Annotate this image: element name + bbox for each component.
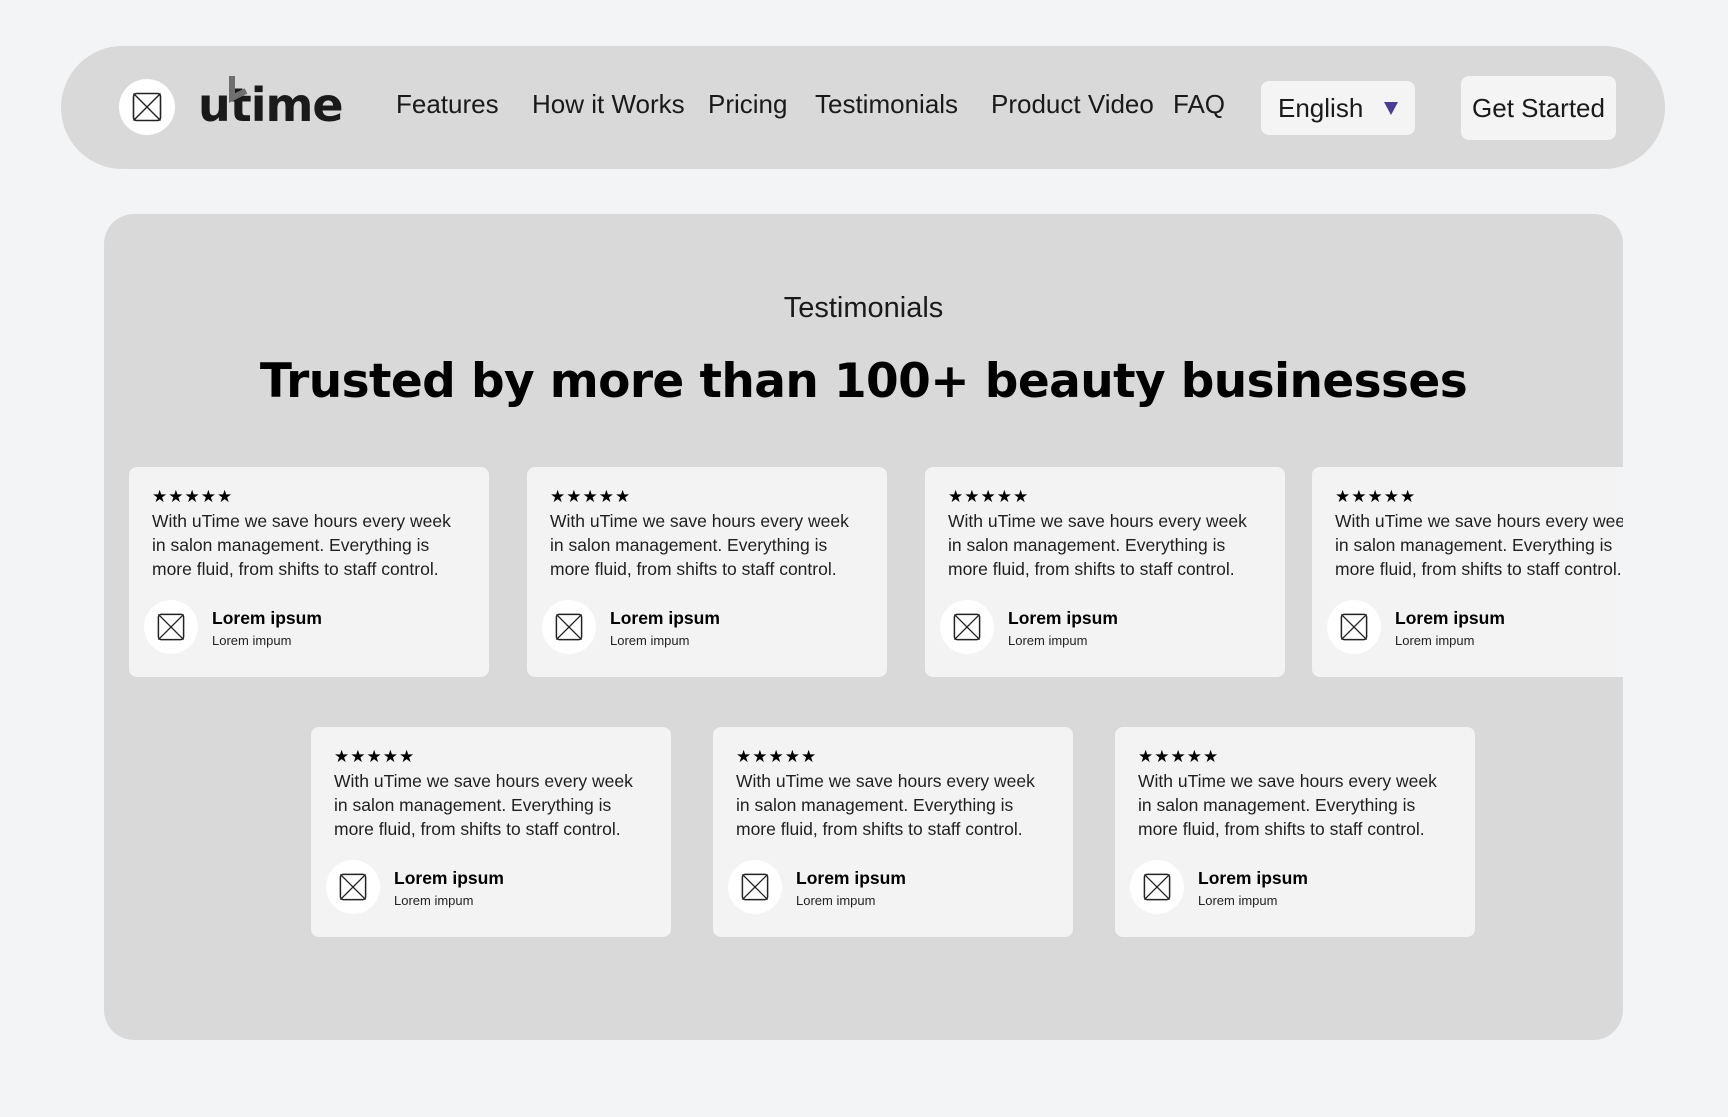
testimonials-section: Testimonials Trusted by more than 100+ b… <box>104 214 1623 1040</box>
rating-stars: ★★★★★ <box>550 487 632 506</box>
nav-link-testimonials[interactable]: Testimonials <box>815 88 958 120</box>
testimonial-card: ★★★★★ With uTime we save hours every wee… <box>1312 467 1623 677</box>
nav-link-pricing[interactable]: Pricing <box>708 88 787 120</box>
image-placeholder-icon <box>741 873 769 901</box>
author-role: Lorem impum <box>610 633 690 648</box>
image-placeholder-icon <box>132 92 162 122</box>
image-placeholder-icon <box>555 613 583 641</box>
author-name: Lorem ipsum <box>610 608 720 628</box>
avatar <box>144 600 198 654</box>
image-placeholder-icon <box>1340 613 1368 641</box>
top-navbar: utime Features How it Works Pricing Test… <box>61 46 1665 169</box>
nav-link-how-it-works[interactable]: How it Works <box>532 88 685 120</box>
avatar <box>326 860 380 914</box>
avatar <box>940 600 994 654</box>
author-name: Lorem ipsum <box>796 868 906 888</box>
rating-stars: ★★★★★ <box>334 747 416 766</box>
caret-down-icon <box>1384 101 1398 115</box>
rating-stars: ★★★★★ <box>736 747 818 766</box>
avatar <box>1327 600 1381 654</box>
testimonial-quote: With uTime we save hours every week in s… <box>1335 511 1623 579</box>
avatar <box>728 860 782 914</box>
section-eyebrow: Testimonials <box>783 292 944 324</box>
image-placeholder-icon <box>953 613 981 641</box>
testimonial-card: ★★★★★ With uTime we save hours every wee… <box>1115 727 1475 937</box>
testimonial-quote: With uTime we save hours every week in s… <box>550 511 849 579</box>
author-name: Lorem ipsum <box>1198 868 1308 888</box>
rating-stars: ★★★★★ <box>1138 747 1220 766</box>
logo-image-placeholder[interactable] <box>119 79 175 135</box>
nav-link-product-video[interactable]: Product Video <box>991 88 1154 120</box>
image-placeholder-icon <box>339 873 367 901</box>
rating-stars: ★★★★★ <box>152 487 234 506</box>
brand-logo[interactable]: utime <box>198 74 344 136</box>
language-select-value: English <box>1278 92 1364 123</box>
testimonial-quote: With uTime we save hours every week in s… <box>948 511 1247 579</box>
nav-link-faq[interactable]: FAQ <box>1173 88 1225 120</box>
author-name: Lorem ipsum <box>394 868 504 888</box>
testimonial-quote: With uTime we save hours every week in s… <box>736 771 1035 839</box>
get-started-button[interactable]: Get Started <box>1461 76 1616 140</box>
image-placeholder-icon <box>1143 873 1171 901</box>
logo-accent-mark <box>229 76 248 103</box>
testimonial-quote: With uTime we save hours every week in s… <box>152 511 451 579</box>
testimonial-quote: With uTime we save hours every week in s… <box>334 771 633 839</box>
testimonial-card: ★★★★★ With uTime we save hours every wee… <box>311 727 671 937</box>
avatar <box>1130 860 1184 914</box>
author-role: Lorem impum <box>394 893 474 908</box>
testimonial-quote: With uTime we save hours every week in s… <box>1138 771 1437 839</box>
testimonial-card: ★★★★★ With uTime we save hours every wee… <box>925 467 1285 677</box>
testimonial-card: ★★★★★ With uTime we save hours every wee… <box>713 727 1073 937</box>
author-role: Lorem impum <box>212 633 292 648</box>
testimonial-card: ★★★★★ With uTime we save hours every wee… <box>527 467 887 677</box>
author-name: Lorem ipsum <box>212 608 322 628</box>
author-role: Lorem impum <box>1198 893 1278 908</box>
language-select[interactable]: English <box>1261 81 1415 135</box>
author-role: Lorem impum <box>1395 633 1475 648</box>
section-headline: Trusted by more than 100+ beauty busines… <box>259 354 1468 409</box>
avatar <box>542 600 596 654</box>
image-placeholder-icon <box>157 613 185 641</box>
rating-stars: ★★★★★ <box>948 487 1030 506</box>
author-role: Lorem impum <box>796 893 876 908</box>
author-name: Lorem ipsum <box>1008 608 1118 628</box>
nav-link-features[interactable]: Features <box>396 88 499 120</box>
author-name: Lorem ipsum <box>1395 608 1505 628</box>
author-role: Lorem impum <box>1008 633 1088 648</box>
testimonial-card: ★★★★★ With uTime we save hours every wee… <box>129 467 489 677</box>
rating-stars: ★★★★★ <box>1335 487 1417 506</box>
